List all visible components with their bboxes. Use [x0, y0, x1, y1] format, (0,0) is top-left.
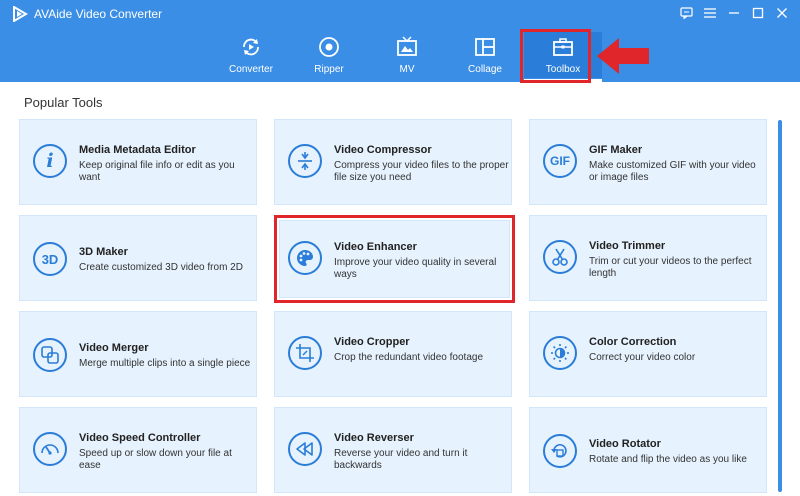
tool-desc: Merge multiple clips into a single piece [79, 358, 251, 369]
tool-title: GIF Maker [589, 144, 643, 156]
merge-icon [33, 338, 67, 372]
tool-title: Color Correction [589, 336, 677, 348]
tool-card-3d-maker[interactable]: 3D 3D Maker Create customized 3D video f… [19, 215, 257, 301]
speedometer-icon [33, 432, 67, 466]
tool-desc: Crop the redundant video footage [334, 352, 483, 363]
scissors-icon [543, 240, 577, 274]
tool-title: Video Speed Controller [79, 432, 201, 444]
rotate-icon [543, 434, 577, 468]
tool-card-video-trimmer[interactable]: Video Trimmer Trim or cut your videos to… [529, 215, 767, 301]
tool-card-video-merger[interactable]: Video Merger Merge multiple clips into a… [19, 311, 257, 397]
minimize-icon[interactable] [724, 4, 744, 22]
tool-desc: Reverse your video and turn it backwards [334, 448, 468, 471]
tool-title: Video Reverser [334, 432, 414, 444]
tool-card-video-cropper[interactable]: Video Cropper Crop the redundant video f… [274, 311, 512, 397]
tool-card-video-rotator[interactable]: Video Rotator Rotate and flip the video … [529, 407, 767, 493]
tool-desc: Correct your video color [589, 352, 696, 363]
tab-mv[interactable]: MV [368, 32, 446, 78]
tool-desc: Create customized 3D video from 2D [79, 262, 243, 273]
feedback-icon[interactable] [676, 4, 696, 22]
toolbox-highlight-box [520, 29, 591, 83]
tab-ripper[interactable]: Ripper [290, 32, 368, 78]
tab-collage-label: Collage [468, 64, 502, 75]
converter-icon [240, 35, 262, 59]
tool-desc: Keep original file info or edit as you w… [79, 160, 235, 183]
tool-card-gif-maker[interactable]: GIF GIF Maker Make customized GIF with y… [529, 119, 767, 205]
tv-image-icon [396, 35, 418, 59]
tool-title: Video Rotator [589, 438, 661, 450]
tab-mv-label: MV [399, 64, 415, 75]
tool-card-video-speed-controller[interactable]: Video Speed Controller Speed up or slow … [19, 407, 257, 493]
crop-icon [288, 336, 322, 370]
tool-card-media-metadata-editor[interactable]: i Media Metadata Editor Keep original fi… [19, 119, 257, 205]
tool-title: Video Trimmer [589, 240, 666, 252]
title-bar: AVAide Video Converter Converter Ripper … [0, 0, 800, 82]
scrollbar[interactable] [778, 120, 782, 492]
section-title: Popular Tools [24, 95, 103, 110]
tool-desc: Make customized GIF with your video or i… [589, 160, 756, 183]
tool-title: Media Metadata Editor [79, 144, 196, 156]
maximize-icon[interactable] [748, 4, 768, 22]
tab-ripper-label: Ripper [314, 64, 344, 75]
red-arrow-icon [597, 38, 649, 74]
rewind-icon [288, 432, 322, 466]
3d-icon: 3D [33, 242, 67, 276]
tool-card-video-reverser[interactable]: Video Reverser Reverse your video and tu… [274, 407, 512, 493]
collage-icon [474, 35, 496, 59]
tool-title: Video Cropper [334, 336, 410, 348]
disc-icon [318, 35, 340, 59]
tool-card-video-compressor[interactable]: Video Compressor Compress your video fil… [274, 119, 512, 205]
tool-title: Video Enhancer [334, 241, 417, 253]
gif-icon: GIF [543, 144, 577, 178]
tool-desc: Improve your video quality in several wa… [334, 257, 497, 280]
tab-converter-label: Converter [229, 64, 273, 75]
menu-icon[interactable] [700, 4, 720, 22]
tab-converter[interactable]: Converter [212, 32, 290, 78]
tool-title: 3D Maker [79, 246, 128, 258]
color-icon [543, 336, 577, 370]
tool-card-video-enhancer[interactable]: Video Enhancer Improve your video qualit… [274, 215, 515, 303]
palette-icon [288, 241, 322, 275]
app-title: AVAide Video Converter [34, 7, 163, 21]
compress-icon [288, 144, 322, 178]
tool-desc: Rotate and flip the video as you like [589, 454, 747, 465]
tool-desc: Speed up or slow down your file at ease [79, 448, 232, 471]
window-controls [676, 4, 792, 22]
app-logo-icon [13, 6, 28, 22]
tool-title: Video Merger [79, 342, 149, 354]
close-icon[interactable] [772, 4, 792, 22]
info-icon: i [33, 144, 67, 178]
tab-collage[interactable]: Collage [446, 32, 524, 78]
tool-desc: Compress your video files to the proper … [334, 160, 509, 183]
tool-title: Video Compressor [334, 144, 432, 156]
tool-card-color-correction[interactable]: Color Correction Correct your video colo… [529, 311, 767, 397]
tool-desc: Trim or cut your videos to the perfect l… [589, 256, 752, 279]
